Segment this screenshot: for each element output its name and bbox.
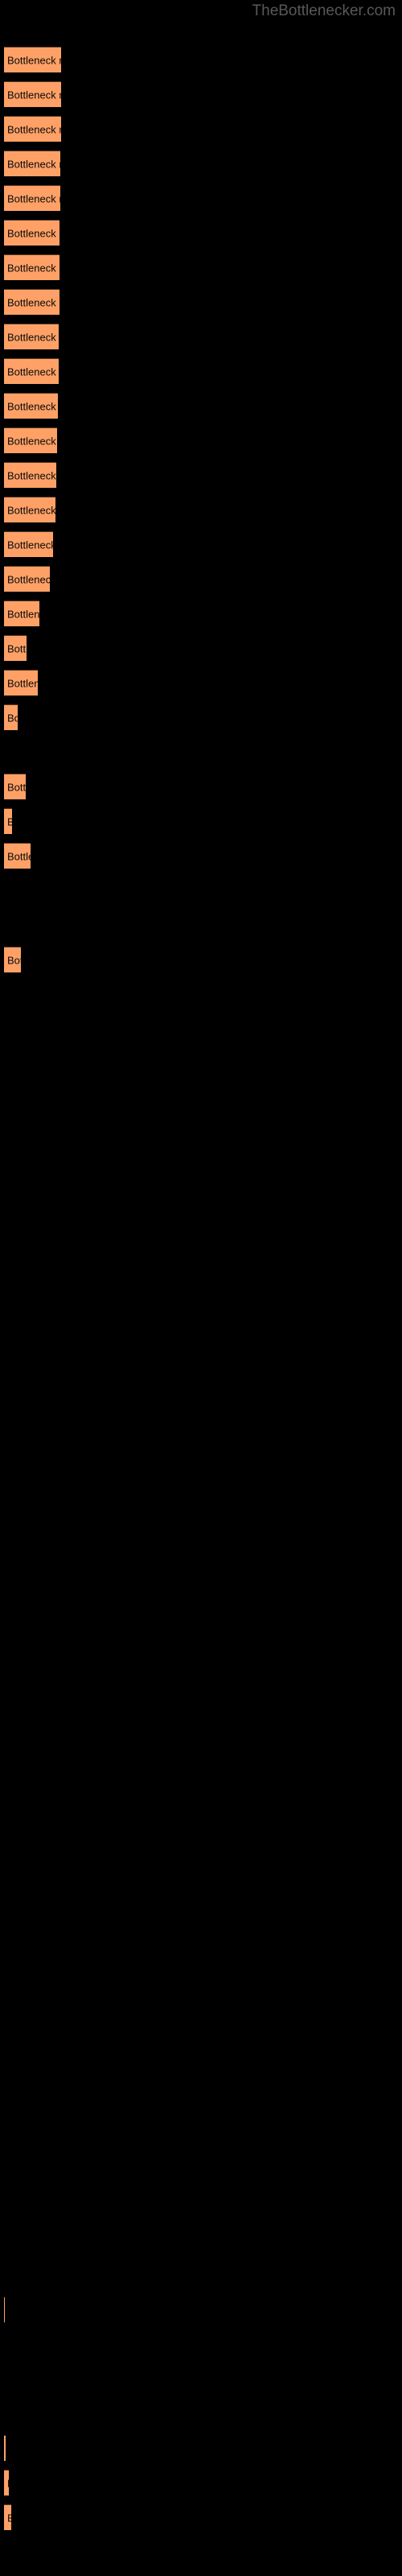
bar-label: Bottleneck result (7, 539, 53, 551)
bar-chart-bar: Bottleneck result (4, 704, 18, 730)
bar-chart-bar: Bottleneck result (4, 254, 59, 280)
bar-label: Bottleneck result (7, 400, 58, 412)
bar-chart-bar: Bottleneck result (4, 2470, 9, 2496)
bar-label: Bottleneck result (7, 815, 12, 828)
bar-label: Bottleneck result (7, 227, 59, 239)
bar-chart-bar: Bottleneck result (4, 151, 60, 176)
bar-label: Bottleneck result (7, 469, 56, 481)
bar-chart-bar: Bottleneck result (4, 601, 39, 626)
bar-chart-bar: Bottleneck result (4, 2504, 11, 2530)
bar-chart-bar: Bottleneck result (4, 185, 60, 211)
bar-label: Bottleneck result (7, 642, 27, 654)
bar-label: Bottleneck result (7, 504, 55, 516)
bar-label: Bottleneck result (7, 712, 18, 724)
bar-chart-bar: Bottleneck result (4, 808, 12, 834)
bar-chart-bar: Bottleneck result (4, 2435, 6, 2461)
bar-label: Bottleneck result (7, 192, 60, 204)
bar-label: Bottleneck result (7, 850, 31, 862)
bar-label: Bottleneck result (7, 573, 50, 585)
bar-label: Bottleneck result (7, 435, 57, 447)
bar-label: Bottleneck result (7, 677, 38, 689)
bar-label: Bottleneck result (7, 365, 59, 378)
bar-chart-bar: Bottleneck result (4, 81, 61, 107)
bar-chart-bar: Bottleneck result (4, 47, 61, 72)
bar-chart-bar: Bottleneck result (4, 497, 55, 522)
bar-chart-bar: Bottleneck result (4, 393, 58, 419)
bar-chart-bar: Bottleneck result (4, 774, 26, 799)
bar-label: Bottleneck result (7, 2512, 11, 2524)
bar-chart-bar: Bottleneck result (4, 670, 38, 696)
bar-chart-bar: Bottleneck result (4, 635, 27, 661)
bar-label: Bottleneck result (7, 158, 60, 170)
bar-chart-bar: Bottleneck result (4, 220, 59, 246)
bar-label: Bottleneck result (7, 89, 61, 101)
bar-label: Bottleneck result (7, 123, 61, 135)
bar-label: Bottleneck result (7, 2477, 9, 2489)
bar-chart-bar: Bottleneck result (4, 947, 21, 972)
bar-label: Bottleneck result (7, 781, 26, 793)
bar-label: Bottleneck result (7, 296, 59, 308)
bar-chart-bar: Bottleneck result (4, 289, 59, 315)
bar-chart-bar: Bottleneck result (4, 358, 59, 384)
bottleneck-chart-page: TheBottlenecker.com Bottleneck result Bot… (0, 0, 402, 2576)
bar-label: Bottleneck result (7, 954, 21, 966)
site-title: TheBottlenecker.com (252, 2, 396, 19)
bar-label: Bottleneck result (7, 262, 59, 274)
bar-chart-bar: Bottleneck result (4, 531, 53, 557)
bar-label: Bottleneck result (7, 331, 59, 343)
bar-chart-bar: Bottleneck result (4, 427, 57, 453)
bar-chart-bar: Bottleneck result (4, 843, 31, 869)
bar-chart-bar: Bottleneck result (4, 462, 56, 488)
bar-chart-bar: Bottleneck result (4, 2297, 5, 2322)
bar-chart-bar: Bottleneck result (4, 116, 61, 142)
bar-label: Bottleneck result (7, 54, 61, 66)
bar-label: Bottleneck result (7, 608, 39, 620)
bar-chart-bar: Bottleneck result (4, 566, 50, 592)
bar-chart-bar: Bottleneck result (4, 324, 59, 349)
